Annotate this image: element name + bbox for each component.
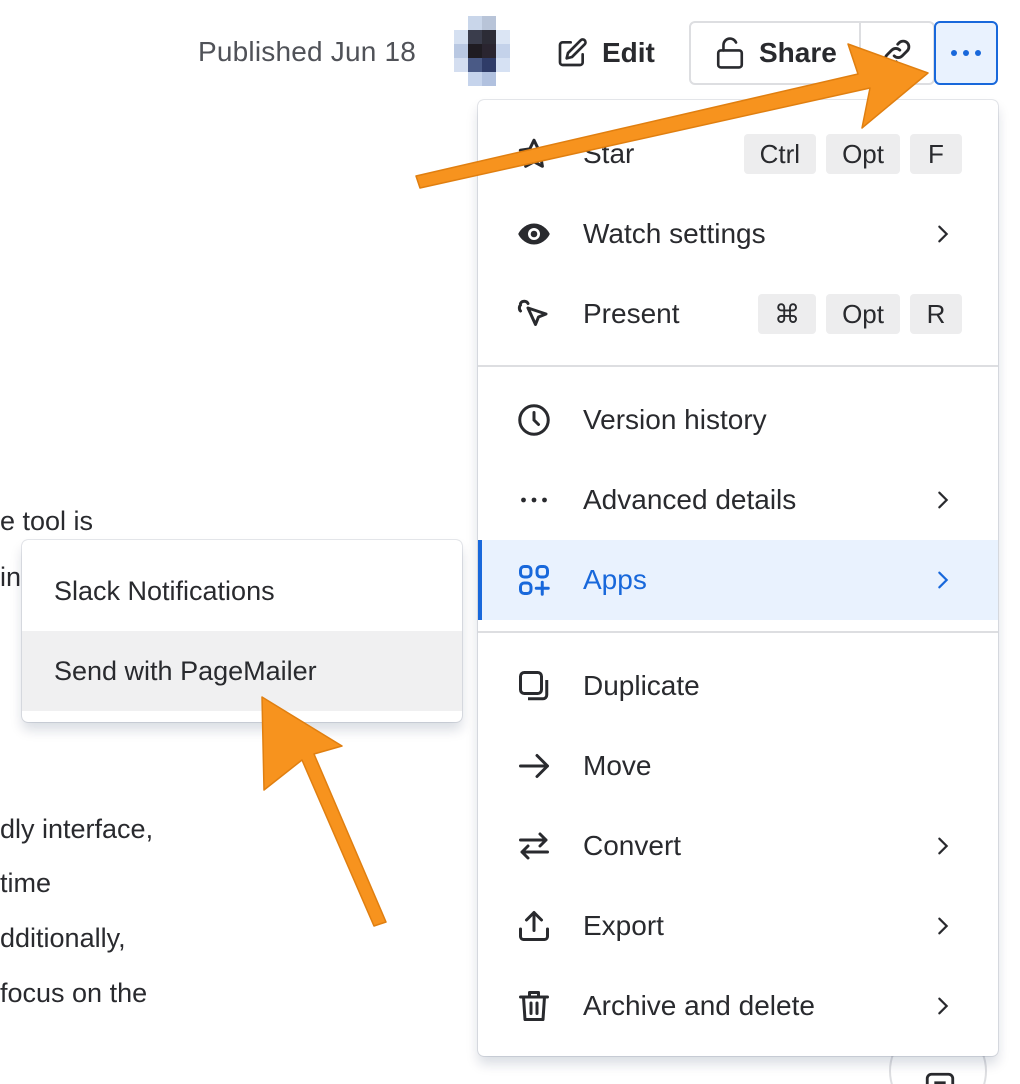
menu-item-star[interactable]: Star Ctrl Opt F (478, 114, 998, 194)
apps-add-icon (514, 560, 554, 600)
menu-item-advanced-details[interactable]: Advanced details (478, 460, 998, 540)
pencil-icon (558, 38, 587, 67)
more-actions-menu: Star Ctrl Opt F Watch settings Present ⌘… (478, 100, 998, 1056)
share-button-group: Share (689, 21, 935, 85)
page-body-text: dly interface, (0, 814, 154, 844)
chevron-right-icon (938, 225, 949, 243)
menu-item-label: Star (583, 138, 635, 169)
page-body-text: focus on the (0, 978, 148, 1008)
keyboard-shortcut: ⌘ Opt R (758, 294, 962, 334)
shortcut-key: ⌘ (758, 294, 817, 334)
duplicate-icon (514, 666, 554, 706)
shortcut-key: Opt (826, 134, 900, 174)
keyboard-shortcut: Ctrl Opt F (743, 134, 962, 174)
more-dot (951, 50, 957, 56)
swap-arrows-icon (514, 826, 554, 866)
avatar[interactable] (450, 16, 520, 86)
more-dot (963, 50, 969, 56)
page-body-text: dditionally, (0, 923, 126, 953)
avatar-image (454, 16, 510, 86)
menu-item-convert[interactable]: Convert (478, 806, 998, 886)
chevron-right-icon (938, 837, 949, 855)
shortcut-key: Opt (826, 294, 900, 334)
arrow-right-icon (514, 746, 554, 786)
shortcut-key: Ctrl (743, 134, 817, 174)
submenu-item-send-with-pagemailer[interactable]: Send with PageMailer (22, 631, 462, 711)
menu-item-label: Apps (583, 564, 647, 595)
menu-item-label: Duplicate (583, 670, 700, 701)
menu-item-version-history[interactable]: Version history (478, 380, 998, 460)
page-body-text: time (0, 868, 52, 898)
menu-item-label: Archive and delete (583, 990, 815, 1021)
annotation-arrow-to-pagemailer (261, 696, 387, 927)
menu-item-label: Move (583, 750, 652, 781)
shortcut-key: F (910, 134, 962, 174)
menu-divider (478, 365, 998, 367)
clock-icon (514, 400, 554, 440)
copy-link-button[interactable] (861, 23, 933, 83)
more-dot (975, 50, 981, 56)
published-date: Published Jun 18 (198, 36, 417, 67)
menu-item-present[interactable]: Present ⌘ Opt R (478, 274, 998, 354)
unlock-icon (716, 37, 744, 69)
menu-item-export[interactable]: Export (478, 886, 998, 966)
menu-item-label: Present (583, 298, 680, 329)
chevron-right-icon (938, 997, 949, 1015)
menu-item-move[interactable]: Move (478, 726, 998, 806)
present-cursor-icon (514, 294, 554, 334)
menu-item-apps[interactable]: Apps (478, 540, 998, 620)
eye-icon (514, 214, 554, 254)
edit-button[interactable]: Edit (556, 30, 655, 76)
menu-item-duplicate[interactable]: Duplicate (478, 646, 998, 726)
menu-item-label: Export (583, 910, 664, 941)
menu-item-watch-settings[interactable]: Watch settings (478, 194, 998, 274)
link-icon (883, 39, 911, 67)
ellipsis-icon (514, 480, 554, 520)
chevron-right-icon (938, 917, 949, 935)
edit-label: Edit (602, 37, 655, 68)
page-body-text: in (0, 562, 22, 592)
star-icon (514, 134, 554, 174)
menu-item-archive-and-delete[interactable]: Archive and delete (478, 966, 998, 1046)
menu-item-label: Convert (583, 830, 682, 861)
chevron-right-icon (938, 571, 949, 589)
upload-icon (514, 906, 554, 946)
menu-item-label: Watch settings (583, 218, 766, 249)
apps-submenu: Slack Notifications Send with PageMailer (22, 540, 462, 722)
menu-item-label: Version history (583, 404, 767, 435)
share-label: Share (759, 37, 837, 68)
page-body-text: e tool is (0, 506, 94, 536)
more-actions-button[interactable] (934, 21, 998, 85)
menu-divider (478, 631, 998, 633)
shortcut-key: R (910, 294, 962, 334)
chevron-right-icon (938, 491, 949, 509)
menu-item-label: Advanced details (583, 484, 797, 515)
comment-icon (925, 1072, 955, 1084)
share-button[interactable]: Share (691, 23, 861, 83)
submenu-item-slack-notifications[interactable]: Slack Notifications (22, 551, 462, 631)
trash-icon (514, 986, 554, 1026)
